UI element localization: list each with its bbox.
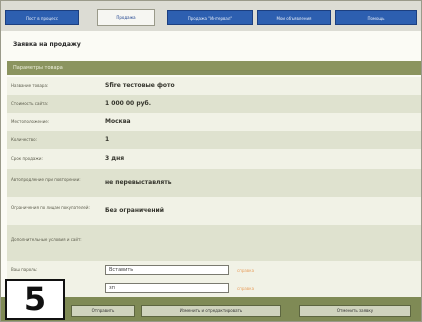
field-label: Дополнительные условия и сайт: [11, 237, 82, 242]
edit-button[interactable]: Изменить и отредактировать [141, 305, 281, 317]
tab-help[interactable]: Помощь [335, 10, 417, 25]
field-value: 3 дня [105, 155, 125, 162]
tab-post[interactable]: Пост в процесс [5, 10, 79, 25]
cancel-button[interactable]: Отменить заявку [299, 305, 411, 317]
field-row-extra-conditions: Дополнительные условия и сайт: [7, 225, 421, 261]
tab-bar: Пост в процесс Продажа Продажа "Интервал… [1, 1, 421, 31]
field-value: Sfire тестовые фото [105, 82, 175, 89]
page-title: Заявка на продажу [13, 41, 81, 48]
confirm-input[interactable]: зп [105, 283, 229, 293]
field-value: 1 [105, 136, 110, 143]
field-value: 1 000 00 руб. [105, 100, 151, 107]
tab-my-ads[interactable]: Мои объявления [257, 10, 331, 25]
submit-button[interactable]: Отправить [71, 305, 135, 317]
field-label: Стоимость сайта: [11, 101, 49, 106]
field-row-price: Стоимость сайта: 1 000 00 руб. [7, 95, 421, 113]
field-row-autorenew: Автопродление при повторении: не перевыс… [7, 169, 421, 197]
field-row-location: Местоположение: Москва [7, 113, 421, 131]
field-row-password: Ваш пароль: Вставить справка зп справка [7, 261, 421, 297]
app-window: Пост в процесс Продажа Продажа "Интервал… [0, 0, 422, 322]
tab-sale-interval[interactable]: Продажа "Интервал" [167, 10, 253, 25]
field-row-restrictions: Ограничения по лицам покупателей: Без ог… [7, 197, 421, 225]
field-label: Название товара: [11, 83, 49, 88]
field-row-item-name: Название товара: Sfire тестовые фото [7, 77, 421, 95]
tab-sale[interactable]: Продажа [97, 9, 155, 26]
help-link[interactable]: справка [237, 268, 254, 273]
field-value: Без ограничений [105, 207, 164, 214]
field-label: Ограничения по лицам покупателей: [11, 205, 90, 210]
field-label: Срок продажи: [11, 156, 43, 161]
password-input[interactable]: Вставить [105, 265, 229, 275]
field-value: не перевыставлять [105, 179, 172, 186]
field-row-duration: Срок продажи: 3 дня [7, 149, 421, 169]
field-value: Москва [105, 118, 131, 125]
field-label: Количество: [11, 137, 37, 142]
field-label: Ваш пароль: [11, 267, 38, 272]
field-row-quantity: Количество: 1 [7, 131, 421, 149]
step-number-badge: 5 [5, 279, 65, 320]
help-link[interactable]: справка [237, 286, 254, 291]
field-label: Местоположение: [11, 119, 50, 124]
field-label: Автопродление при повторении: [11, 177, 81, 182]
section-header: Параметры товара [7, 61, 421, 75]
